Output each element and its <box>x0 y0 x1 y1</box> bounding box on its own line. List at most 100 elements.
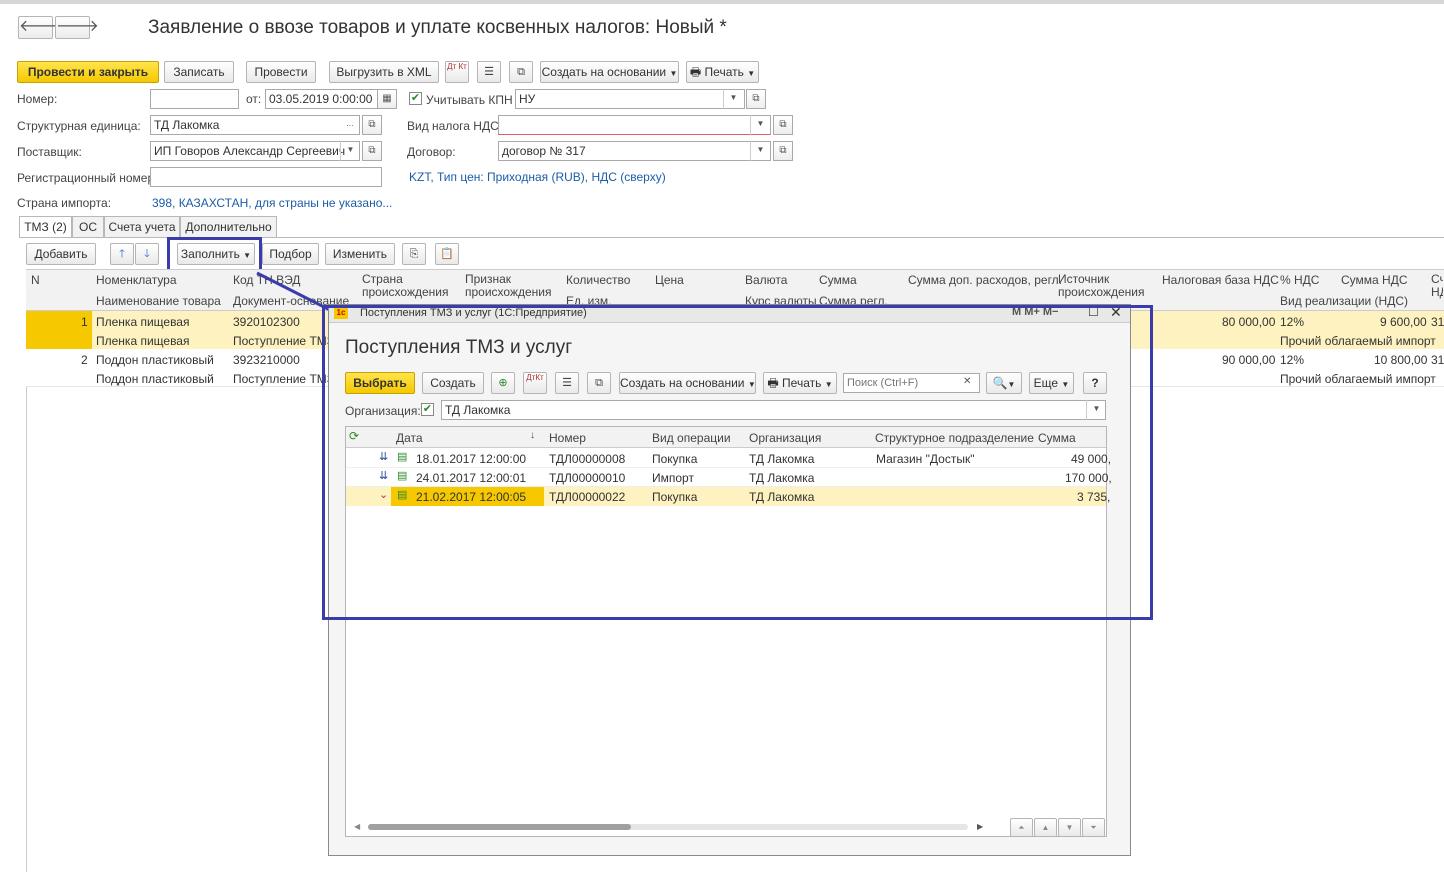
row-number: 2 <box>81 353 88 367</box>
tab-tmz[interactable]: ТМЗ (2) <box>19 216 72 238</box>
row-basis-doc: Поступление ТМЗ <box>233 334 335 348</box>
scroll-left-icon[interactable]: ◀ <box>354 822 360 831</box>
tab-accounts[interactable]: Счета учета <box>104 216 180 237</box>
change-button[interactable]: Изменить <box>325 243 395 265</box>
back-button[interactable]: 🡐 <box>18 16 62 39</box>
scroll-up-icon[interactable]: ▲ <box>1034 818 1057 837</box>
open-icon[interactable]: ⧉ <box>773 141 793 161</box>
save-button[interactable]: Записать <box>164 61 234 83</box>
row-tax-base: 90 000,00 <box>1222 353 1276 367</box>
contract-label: Договор: <box>407 145 456 159</box>
dtkt-icon[interactable]: Дт Кт <box>445 61 469 83</box>
number-label: Номер: <box>17 92 58 106</box>
row-vat-sum: 10 800,00 <box>1374 353 1428 367</box>
pick-button[interactable]: Подбор <box>262 243 319 265</box>
kpn-checkbox[interactable]: ✔ <box>409 92 422 105</box>
scroll-top-icon[interactable]: ⏶ <box>1010 818 1033 837</box>
row-vat-sum: 9 600,00 <box>1380 315 1427 329</box>
grid-left-border <box>26 387 27 872</box>
chevron-down-icon[interactable]: ▼ <box>723 89 743 109</box>
post-button[interactable]: Провести <box>246 61 316 83</box>
country-link[interactable]: 398, КАЗАХСТАН, для страны не указано... <box>152 196 392 210</box>
col-source: Источник происхождения <box>1058 272 1145 299</box>
dropdown-icon: ▼ <box>669 69 678 78</box>
col-sale-kind: Вид реализации (НДС) <box>1280 294 1409 308</box>
unit-field[interactable]: ТД Лакомка <box>150 115 360 135</box>
create-based-button[interactable]: Создать на основании ▼ <box>540 61 679 83</box>
paste-icon[interactable]: 📋 <box>435 243 459 265</box>
supplier-field[interactable]: ИП Говоров Александр Сергеевич <box>150 141 360 161</box>
print-label: Печать <box>704 65 744 79</box>
open-icon[interactable]: ⧉ <box>773 115 793 135</box>
top-border <box>0 0 1444 4</box>
dtkt-label: Дт Кт <box>447 62 467 71</box>
contract-field[interactable]: договор № 317 <box>498 141 771 161</box>
vat-type-label: Вид налога НДС: <box>407 119 503 133</box>
tab-additional[interactable]: Дополнительно <box>180 216 277 237</box>
chevron-down-icon[interactable]: ▼ <box>750 141 770 161</box>
vat-type-field[interactable] <box>498 115 771 135</box>
date-field[interactable]: 03.05.2019 0:00:00 <box>265 89 378 109</box>
calendar-icon[interactable]: ▦ <box>377 89 397 109</box>
col-n: N <box>31 273 40 287</box>
col-sum: Сумма <box>819 273 857 287</box>
dropdown-icon: ▼ <box>747 69 756 78</box>
col-tax-base: Налоговая база НДС <box>1162 273 1279 287</box>
tab-os[interactable]: ОС <box>72 216 104 237</box>
col-quantity: Количество <box>566 273 631 287</box>
row-tnved: 3920102300 <box>233 315 300 329</box>
row-vat-rate: 12% <box>1280 353 1305 367</box>
col-vat-sum: Сумма НДС <box>1341 273 1408 287</box>
kpn-field[interactable]: НУ <box>515 89 745 109</box>
reg-number-field[interactable] <box>150 167 382 187</box>
row-product-name: Пленка пищевая <box>96 334 190 348</box>
row-product-name: Поддон пластиковый <box>96 372 214 386</box>
add-button[interactable]: Добавить <box>26 243 96 265</box>
col-currency: Валюта <box>745 273 788 287</box>
col-origin-sign: Признак происхождения <box>465 272 552 299</box>
move-down-icon[interactable]: 🡓 <box>135 243 159 265</box>
document-title: Заявление о ввозе товаров и уплате косве… <box>148 17 727 38</box>
scrollbar-thumb[interactable] <box>368 824 631 830</box>
date-from-label: от: <box>246 92 262 106</box>
row-tnved: 3923210000 <box>233 353 300 367</box>
col-extra-costs: Сумма доп. расходов, регл. <box>908 273 1063 287</box>
chevron-down-icon[interactable]: ▼ <box>750 115 770 135</box>
scroll-down-icon[interactable]: ▼ <box>1058 818 1081 837</box>
print-button[interactable]: 🖶 Печать ▼ <box>686 61 759 83</box>
copy-icon[interactable]: ⎘ <box>402 243 426 265</box>
row-account: 31 <box>1431 353 1444 367</box>
open-icon[interactable]: ⧉ <box>746 89 766 109</box>
export-xml-button[interactable]: Выгрузить в XML <box>329 61 439 83</box>
create-based-label: Создать на основании <box>541 65 667 79</box>
scroll-right-icon[interactable]: ▶ <box>977 822 983 831</box>
country-label: Страна импорта: <box>17 196 112 210</box>
row-nomenclature: Пленка пищевая <box>96 315 190 329</box>
chevron-down-icon[interactable]: ▼ <box>340 141 360 161</box>
highlight-frame <box>322 305 1153 620</box>
unit-label: Структурная единица: <box>17 119 141 133</box>
row-basis-doc: Поступление ТМЗ <box>233 372 335 386</box>
col-vat-rate: % НДС <box>1280 273 1320 287</box>
price-type-link[interactable]: KZT, Тип цен: Приходная (RUB), НДС (свер… <box>409 170 666 184</box>
col-price: Цена <box>655 273 684 287</box>
col-origin-country: Страна происхождения <box>362 272 449 299</box>
open-icon[interactable]: ⧉ <box>362 115 382 135</box>
scroll-bottom-icon[interactable]: ⏷ <box>1082 818 1105 837</box>
post-and-close-button[interactable]: Провести и закрыть <box>17 61 159 83</box>
open-icon[interactable]: ⧉ <box>362 141 382 161</box>
row-nomenclature: Поддон пластиковый <box>96 353 214 367</box>
row-number: 1 <box>81 315 88 329</box>
list-icon[interactable]: ☰ <box>477 61 501 83</box>
row-sale-kind: Прочий облагаемый импорт <box>1280 334 1436 348</box>
ellipsis-icon[interactable]: … <box>340 115 360 135</box>
col-account: Сч НД <box>1431 273 1443 299</box>
row-sale-kind: Прочий облагаемый импорт <box>1280 372 1436 386</box>
number-field[interactable] <box>150 89 239 109</box>
col-product-name: Наименование товара <box>96 294 221 308</box>
row-tax-base: 80 000,00 <box>1222 315 1276 329</box>
structure-icon[interactable]: ⧉ <box>509 61 533 83</box>
supplier-label: Поставщик: <box>17 145 82 159</box>
forward-button[interactable]: 🡒 <box>55 16 99 39</box>
move-up-icon[interactable]: 🡑 <box>110 243 134 265</box>
